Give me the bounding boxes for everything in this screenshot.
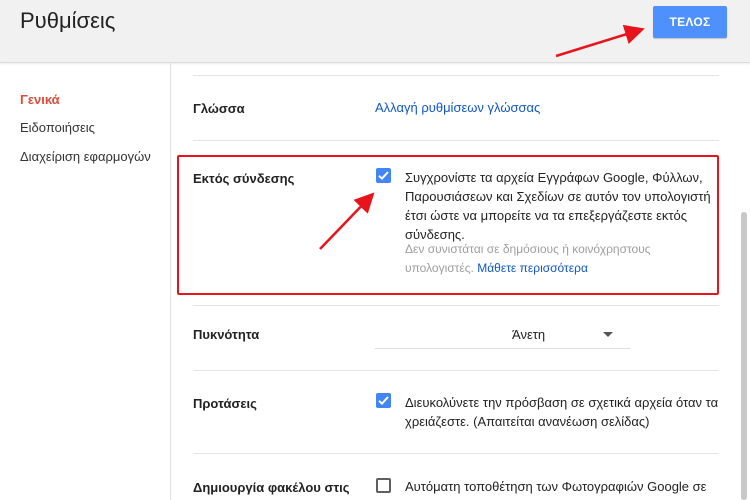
create-folder-description: Αυτόματη τοποθέτηση των Φωτογραφιών Goog…	[405, 479, 707, 494]
scrollbar[interactable]	[741, 212, 747, 500]
density-label: Πυκνότητα	[193, 327, 260, 342]
create-folder-label: Δημιουργία φακέλου στις	[193, 480, 350, 495]
change-language-link[interactable]: Αλλαγή ρυθμίσεων γλώσσας	[375, 100, 540, 115]
header-bar: Ρυθμίσεις ΤΕΛΟΣ	[0, 0, 750, 63]
done-button[interactable]: ΤΕΛΟΣ	[653, 6, 727, 38]
suggestions-label: Προτάσεις	[193, 396, 257, 411]
page-title: Ρυθμίσεις	[20, 8, 116, 33]
divider	[193, 305, 719, 306]
dropdown-arrow-icon	[603, 332, 613, 337]
suggestions-description: Διευκολύνετε την πρόσβαση σε σχετικά αρχ…	[405, 395, 719, 429]
language-label: Γλώσσα	[193, 101, 245, 116]
create-folder-checkbox[interactable]	[376, 478, 391, 493]
sidebar-item-notifications[interactable]: Ειδοποιήσεις	[20, 120, 95, 135]
density-value: Άνετη	[512, 327, 546, 342]
check-icon	[378, 396, 389, 406]
divider	[193, 370, 719, 371]
annotation-highlight-box	[177, 155, 719, 295]
density-dropdown[interactable]: Άνετη	[375, 322, 630, 349]
divider	[193, 140, 719, 141]
sidebar-item-manage-apps[interactable]: Διαχείριση εφαρμογών	[20, 149, 151, 164]
sidebar: Γενικά Ειδοποιήσεις Διαχείριση εφαρμογών	[0, 63, 171, 500]
divider	[193, 75, 719, 76]
sidebar-item-general[interactable]: Γενικά	[20, 92, 60, 107]
divider	[193, 453, 719, 454]
suggestions-checkbox[interactable]	[376, 393, 391, 408]
